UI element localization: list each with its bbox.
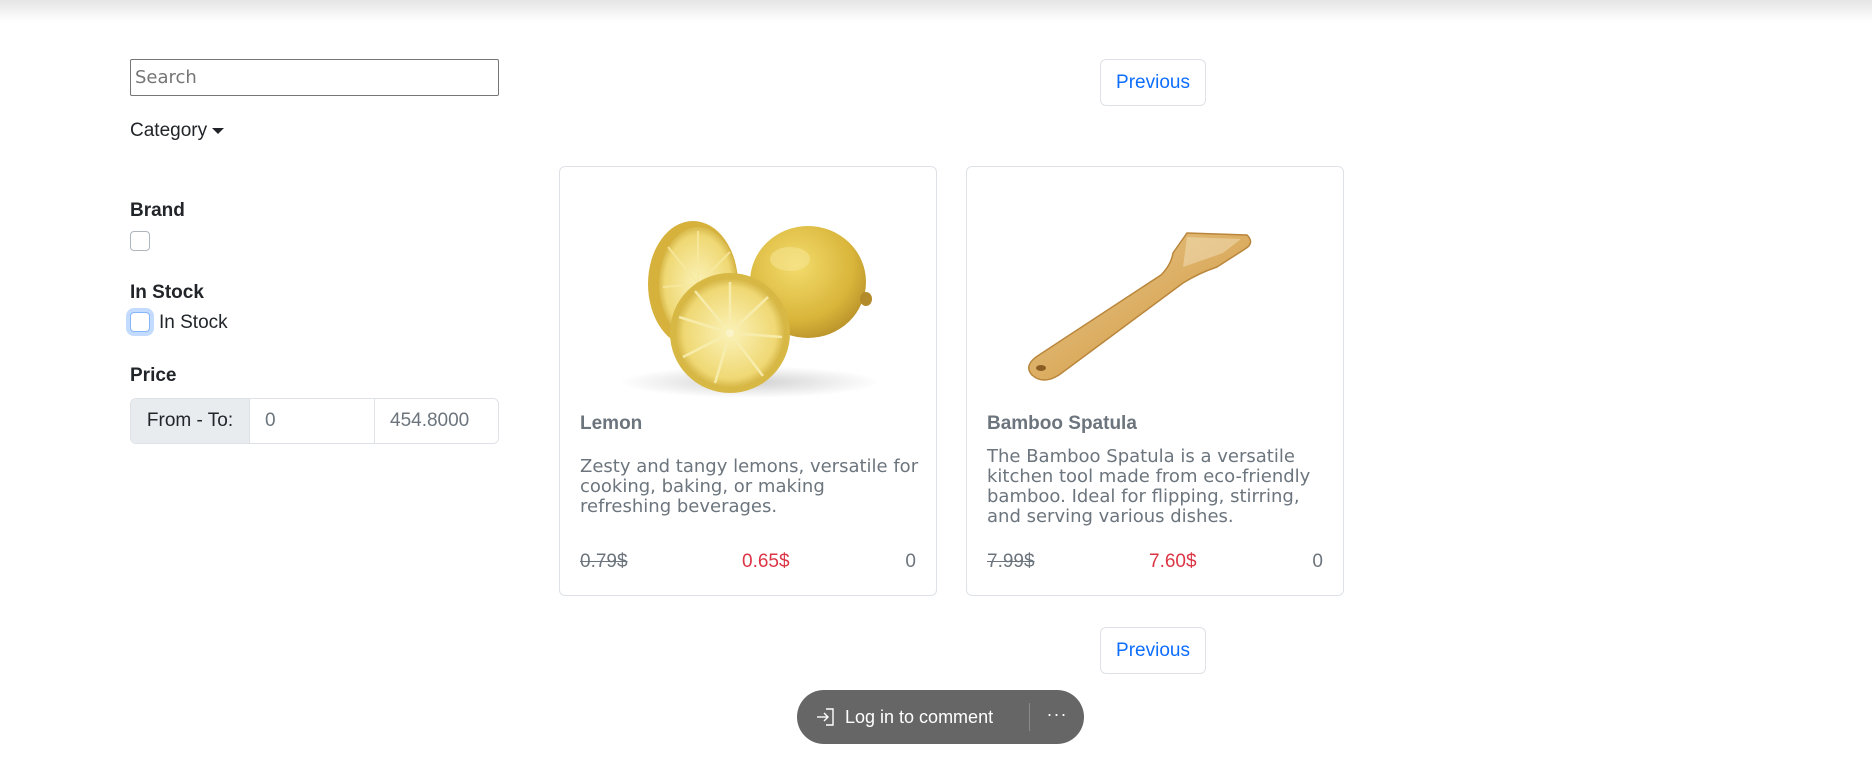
- search-input[interactable]: [130, 59, 499, 96]
- spatula-image: [987, 187, 1323, 399]
- product-title[interactable]: Lemon: [580, 413, 642, 435]
- category-label: Category: [130, 120, 208, 141]
- product-card[interactable]: Lemon Zesty and tangy lemons, versatile …: [559, 166, 937, 596]
- in-stock-label[interactable]: In Stock: [159, 312, 228, 334]
- product-description: Zesty and tangy lemons, versatile for co…: [580, 456, 919, 517]
- discount-price: 7.60$: [1149, 551, 1197, 572]
- old-price: 0.79$: [580, 551, 628, 572]
- caret-down-icon: [212, 128, 225, 134]
- discount-price: 0.65$: [742, 551, 790, 572]
- price-to-input[interactable]: [375, 399, 498, 443]
- ellipsis-icon: ···: [1046, 703, 1068, 724]
- product-description: The Bamboo Spatula is a versatile kitche…: [987, 446, 1311, 527]
- brand-heading: Brand: [130, 200, 185, 221]
- old-price: 7.99$: [987, 551, 1035, 572]
- stock-count: 0: [1312, 551, 1323, 572]
- price-range-group: From - To:: [130, 398, 499, 444]
- product-title[interactable]: Bamboo Spatula: [987, 413, 1137, 435]
- in-stock-heading: In Stock: [130, 282, 204, 303]
- price-heading: Price: [130, 365, 177, 386]
- brand-checkbox[interactable]: [130, 231, 150, 251]
- log-in-to-comment-button[interactable]: Log in to comment: [814, 706, 1029, 728]
- comment-toolbar: Log in to comment ···: [797, 690, 1084, 744]
- lemon-image: [580, 187, 916, 399]
- stock-count: 0: [905, 551, 916, 572]
- filter-sidebar: Category Brand In Stock In Stock Price F…: [130, 59, 499, 444]
- log-in-label: Log in to comment: [845, 706, 994, 727]
- sign-in-icon: [814, 706, 836, 728]
- top-bar-shadow: [0, 0, 1872, 22]
- previous-page-button-top[interactable]: Previous: [1100, 59, 1206, 106]
- previous-page-button-bottom[interactable]: Previous: [1100, 627, 1206, 674]
- more-options-button[interactable]: ···: [1030, 704, 1084, 731]
- product-card[interactable]: Bamboo Spatula The Bamboo Spatula is a v…: [966, 166, 1344, 596]
- price-from-input[interactable]: [250, 399, 375, 443]
- category-dropdown[interactable]: Category: [130, 120, 225, 142]
- in-stock-checkbox[interactable]: [130, 312, 150, 332]
- price-range-addon: From - To:: [131, 399, 250, 443]
